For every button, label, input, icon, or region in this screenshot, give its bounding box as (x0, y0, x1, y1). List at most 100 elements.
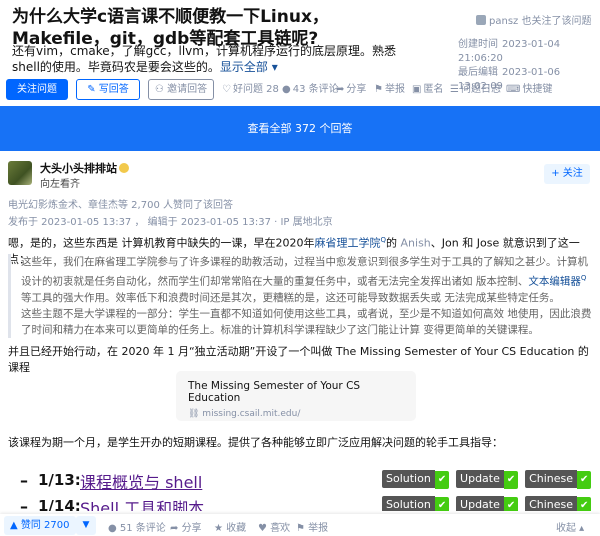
write-answer-button[interactable]: ✎ 写回答 (76, 79, 140, 100)
list-bullet: – (20, 497, 28, 511)
lesson-title-link[interactable]: 课程概览与 shell (80, 469, 202, 493)
invite-answer-button[interactable]: ⚇ 邀请回答 (148, 79, 214, 100)
check-icon: ✔ (577, 497, 592, 511)
answer-report-button[interactable]: ⚑ 举报 (296, 519, 328, 534)
voters-summary[interactable]: 电光幻影炼金术、章佳杰等 2,700 人赞同了该回答 (8, 196, 233, 211)
share-button[interactable]: ➦ 分享 (336, 82, 366, 97)
follow-author-button[interactable]: + 关注 (544, 164, 590, 184)
quote-text-b: 等工具的强大作用。效率低下和浪费时间还是其次，更糟糕的是，这还可能导致数据丢失或… (21, 291, 560, 304)
lesson-tags: Solution ✔ Update ✔ Chinese ✔ (382, 470, 594, 490)
report-button[interactable]: ⚑ 举报 (374, 82, 405, 97)
question-log-button[interactable]: ☰ 问题日志 (450, 82, 501, 97)
tag-label: Chinese (525, 470, 578, 488)
lesson-number: 1/14: (38, 497, 81, 511)
question-description: 还有vim，cmake，了解gcc，llvm，计算机程序运行的底层原理。熟悉sh… (12, 43, 422, 75)
link-card[interactable]: The Missing Semester of Your CS Educatio… (176, 371, 416, 421)
p1-text-d: 和 (458, 236, 477, 250)
answer-report-label: 举报 (308, 523, 329, 534)
tag-label: Update (456, 470, 504, 488)
anonymous-icon: ▣ (412, 84, 422, 95)
share-icon: ➦ (336, 84, 345, 95)
follower-avatar (476, 15, 486, 25)
search-icon[interactable]: Q (581, 274, 587, 282)
answer-action-bar: ▲ 赞同 2700 ▼ ● 51 条评论 ➦ 分享 ★ 收藏 ♥ 喜欢 ··· … (0, 514, 600, 536)
invite-answer-label: 邀请回答 (167, 84, 208, 95)
link-card-title: The Missing Semester of Your CS Educatio… (188, 380, 361, 404)
follower-note-text: pansz 也关注了该问题 (489, 16, 592, 27)
tag-chinese: Chinese ✔ (525, 496, 592, 511)
good-question-label: 好问题 28 (232, 84, 279, 95)
mention-anish[interactable]: Anish (401, 237, 431, 250)
share-icon: ➦ (170, 523, 182, 534)
link-card-url-text: missing.csail.mit.edu/ (202, 409, 301, 419)
author-name[interactable]: 大头小头排排站 (40, 160, 129, 176)
check-icon: ✔ (503, 497, 519, 511)
upvote-button[interactable]: ▲ 赞同 2700 (4, 516, 76, 535)
check-icon: ✔ (434, 471, 450, 489)
answer-comments-label: 51 条评论 (119, 523, 166, 534)
answer-share-label: 分享 (181, 523, 202, 534)
check-icon: ✔ (503, 471, 519, 489)
author-badge-icon (119, 163, 129, 173)
check-icon: ✔ (577, 471, 592, 489)
mention-jose[interactable]: Jose (477, 237, 499, 250)
list-bullet: – (20, 471, 28, 490)
answer-comments-button[interactable]: ● 51 条评论 (108, 519, 166, 534)
good-question-button[interactable]: ♡ 好问题 28 (222, 82, 279, 97)
tag-update: Update ✔ (456, 496, 519, 511)
quote-text-c: 这些主题不是大学课程的一部分：学生一直都不知道如何使用这些工具，或者说，至少是不… (21, 307, 592, 336)
thumbs-up-icon: ♡ (222, 84, 231, 95)
lesson-title-link[interactable]: Shell 工具和脚本 (80, 495, 204, 511)
tag-label: Update (456, 496, 504, 511)
p1-text-c: 、 (430, 236, 442, 250)
shortcut-label: 快捷键 (522, 84, 553, 95)
question-actions: 关注问题 ✎ 写回答 ⚇ 邀请回答 ♡ 好问题 28 ● 43 条评论 ➦ 分享 ⚑ 举… (6, 79, 598, 101)
tag-label: Solution (382, 496, 435, 511)
answer-paragraph-3: 该课程为期一个月，是学生开办的短期课程。提供了各种能够立即广泛应用解决问题的轮手… (8, 436, 503, 449)
question-description-text: 还有vim，cmake，了解gcc，llvm，计算机程序运行的底层原理。熟悉sh… (12, 44, 396, 74)
show-all-link[interactable]: 显示全部 ▾ (220, 60, 278, 74)
mention-jon[interactable]: Jon (442, 237, 459, 250)
tag-label: Chinese (525, 496, 578, 511)
anonymous-button[interactable]: ▣ 匿名 (412, 82, 443, 97)
tag-label: Solution (382, 470, 435, 488)
comments-button[interactable]: ● 43 条评论 (282, 82, 339, 97)
mit-link[interactable]: 麻省理工学院 (315, 237, 381, 250)
p1-text-b: 的 (386, 236, 401, 250)
tag-chinese: Chinese ✔ (525, 470, 592, 489)
author-bio: 向左看齐 (40, 179, 80, 190)
link-icon: ⛓ (188, 409, 203, 419)
p1-text-a: 嗯，是的，这些东西是 计算机教育中缺失的一课，早在2020年 (8, 236, 315, 250)
favorite-button[interactable]: ★ 收藏 (214, 519, 246, 534)
created-label: 创建时间 (458, 39, 498, 50)
answer-share-button[interactable]: ➦ 分享 (170, 519, 202, 534)
author-avatar[interactable] (8, 161, 32, 185)
publish-time[interactable]: 发布于 2023-01-05 13:37 ， 编辑于 2023-01-05 13… (8, 213, 333, 228)
view-all-answers-button[interactable]: 查看全部 372 个回答 (0, 106, 600, 151)
tag-solution: Solution ✔ (382, 496, 450, 511)
answer-blockquote: 这些年，我们在麻省理工学院参与了许多课程的助教活动，过程当中愈发意识到很多学生对… (8, 254, 592, 338)
downvote-button[interactable]: ▼ (76, 516, 96, 535)
more-button[interactable]: ··· (272, 519, 282, 530)
anonymous-label: 匿名 (423, 84, 444, 95)
lesson-item: – 1/13: 课程概览与 shell Solution ✔ Update ✔ Ch… (20, 469, 592, 495)
tag-solution: Solution ✔ (382, 470, 450, 489)
star-icon: ★ (214, 523, 227, 534)
flag-icon: ⚑ (296, 523, 309, 534)
person-add-icon: ⚇ (154, 84, 168, 95)
comments-label: 43 条评论 (292, 84, 339, 95)
log-icon: ☰ (450, 84, 459, 95)
tag-update: Update ✔ (456, 470, 519, 489)
question-log-label: 问题日志 (460, 84, 501, 95)
flag-icon: ⚑ (374, 84, 383, 95)
follower-note: pansz 也关注了该问题 (476, 12, 591, 27)
author-name-text: 大头小头排排站 (40, 162, 117, 175)
text-editor-link[interactable]: 文本编辑器 (528, 276, 581, 288)
collapse-button[interactable]: 收起 ▴ (556, 519, 584, 534)
write-answer-label: 写回答 (98, 84, 129, 95)
lesson-number: 1/13: (38, 471, 81, 489)
shortcut-button[interactable]: ⌨ 快捷键 (506, 82, 552, 97)
lesson-item: – 1/14: Shell 工具和脚本 Solution ✔ Update ✔ Ch… (20, 495, 592, 511)
keyboard-icon: ⌨ (506, 84, 521, 95)
follow-question-button[interactable]: 关注问题 (6, 79, 68, 100)
